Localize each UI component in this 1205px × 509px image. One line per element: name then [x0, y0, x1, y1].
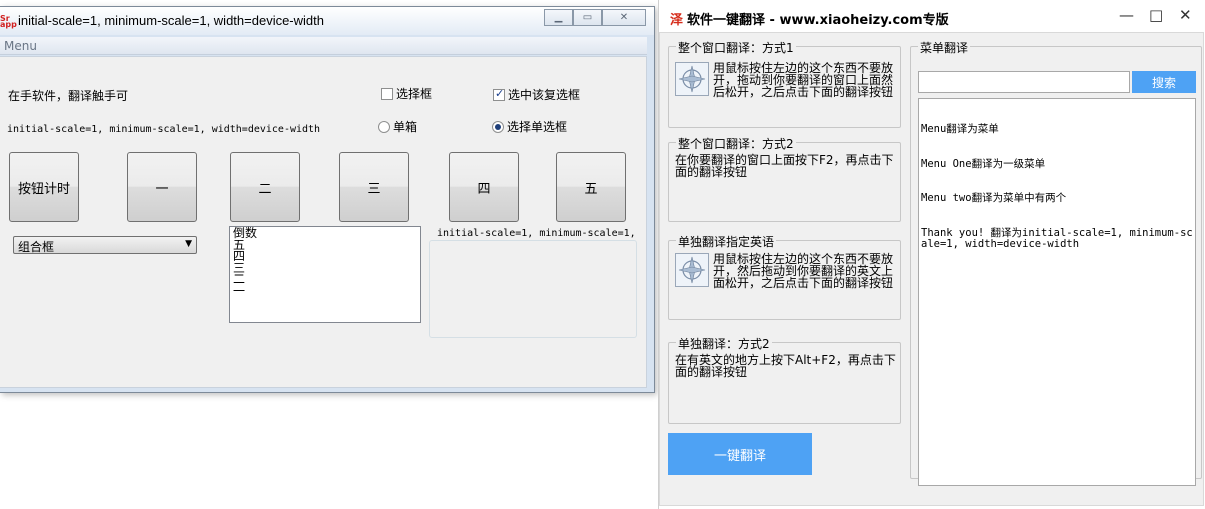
section-legend: 单独翻译指定英语 [676, 233, 777, 250]
section-single-method2: 单独翻译：方式2 在有英文的地方上按下Alt+F2，再点击下面的翻译按钮 [668, 335, 901, 424]
translator-title-bar[interactable]: 泽软件一键翻译 - www.xiaoheizy.com专版 [670, 9, 949, 28]
title-bar[interactable]: Sr app initial-scale=1, minimum-scale=1, … [0, 7, 654, 35]
section-desc: 在有英文的地方上按下Alt+F2，再点击下面的翻译按钮 [675, 353, 896, 379]
client-area: 在手软件，翻译触手可 initial-scale=1, minimum-scal… [0, 56, 647, 388]
radio-selected-circle[interactable] [492, 121, 504, 133]
minimize-button[interactable]: ▁ [544, 9, 573, 26]
maximize-icon[interactable]: □ [1149, 6, 1163, 24]
list-item[interactable]: 一 [233, 285, 417, 298]
close-button[interactable]: ✕ [602, 9, 646, 26]
section-window-method1: 整个窗口翻译：方式1 用鼠标按住左边的这个东西不要放开，拖动到你要翻译的窗口上面… [668, 39, 901, 128]
button-two[interactable]: 二 [230, 152, 300, 222]
list-item[interactable]: 五 [233, 239, 417, 252]
menu-item-menu[interactable]: Menu [4, 39, 37, 53]
radio-single-label: 单箱 [393, 120, 418, 134]
menu-translate-panel: 菜单翻译 搜索 Menu翻译为菜单 Menu One翻译为一级菜单 Menu t… [910, 39, 1202, 486]
menu-panel-legend: 菜单翻译 [918, 39, 971, 56]
menu-line: Menu two翻译为菜单中有两个 [921, 192, 1067, 204]
combo-box[interactable]: 组合框 ▼ [13, 236, 197, 254]
section-legend: 整个窗口翻译：方式2 [676, 135, 796, 152]
section-legend: 整个窗口翻译：方式1 [676, 39, 796, 56]
translator-window-controls: — □ ✕ [1119, 6, 1192, 24]
search-input[interactable] [918, 71, 1130, 93]
list-item[interactable]: 三 [233, 262, 417, 275]
button-five[interactable]: 五 [556, 152, 626, 222]
menu-bar: Menu [0, 37, 647, 55]
search-button[interactable]: 搜索 [1132, 71, 1196, 93]
checkbox-checked-label: 选中该复选框 [508, 88, 581, 102]
section-single-english: 单独翻译指定英语 用鼠标按住左边的这个东西不要放开，然后拖动到你要翻译的英文上面… [668, 233, 901, 320]
radio-selected[interactable]: 选择单选框 [492, 118, 567, 135]
app-icon: Sr app [0, 14, 17, 29]
maximize-button[interactable]: ▭ [573, 9, 602, 26]
section-desc: 用鼠标按住左边的这个东西不要放开，然后拖动到你要翻译的英文上面松开，之后点击下面… [713, 252, 894, 290]
label-mono: initial-scale=1, minimum-scale=1, width=… [7, 124, 321, 135]
maximize-icon: ▭ [582, 12, 593, 23]
section-desc: 在你要翻译的窗口上面按下F2，再点击下面的翻译按钮 [675, 153, 894, 179]
menu-line: Menu One翻译为一级菜单 [921, 157, 1046, 170]
section-legend: 单独翻译：方式2 [676, 335, 772, 352]
list-item[interactable]: 倒数 [233, 227, 417, 240]
list-item[interactable]: 二 [233, 273, 417, 286]
checkbox-checked-box[interactable] [493, 87, 505, 101]
translator-window: 泽软件一键翻译 - www.xiaoheizy.com专版 — □ ✕ 整个窗口… [658, 0, 1205, 509]
translator-body: 整个窗口翻译：方式1 用鼠标按住左边的这个东西不要放开，拖动到你要翻译的窗口上面… [659, 32, 1204, 506]
checkbox-checked[interactable]: 选中该复选框 [493, 86, 580, 103]
minimize-icon[interactable]: — [1119, 6, 1134, 24]
group-text: initial-scale=1, minimum-scale=1, [437, 228, 636, 239]
label-top: 在手软件，翻译触手可 [8, 89, 129, 103]
menu-translation-text[interactable]: Menu翻译为菜单 Menu One翻译为一级菜单 Menu two翻译为菜单中… [918, 98, 1196, 486]
combo-value: 组合框 [18, 240, 55, 254]
translator-title: 软件一键翻译 - www.xiaoheizy.com专版 [687, 13, 949, 28]
menu-line: Thank you! 翻译为initial-scale=1, minimum-s… [921, 226, 1193, 250]
chevron-down-icon[interactable]: ▼ [185, 239, 192, 249]
button-four[interactable]: 四 [449, 152, 519, 222]
list-item[interactable]: 四 [233, 250, 417, 263]
radio-selected-label: 选择单选框 [507, 120, 568, 134]
button-three[interactable]: 三 [339, 152, 409, 222]
section-window-method2: 整个窗口翻译：方式2 在你要翻译的窗口上面按下F2，再点击下面的翻译按钮 [668, 135, 901, 222]
section-desc: 用鼠标按住左边的这个东西不要放开，拖动到你要翻译的窗口上面然后松开，之后点击下面… [713, 61, 894, 99]
window-title: initial-scale=1, minimum-scale=1, width=… [18, 13, 324, 28]
radio-single[interactable]: 单箱 [378, 118, 417, 135]
crosshair-drag-icon[interactable] [675, 253, 709, 287]
group-box [429, 240, 637, 338]
minimize-icon: ▁ [554, 12, 563, 23]
checkbox-select-label: 选择框 [396, 87, 433, 101]
close-icon: ✕ [619, 12, 629, 23]
menu-line: Menu翻译为菜单 [921, 123, 999, 135]
radio-single-circle[interactable] [378, 121, 390, 133]
countdown-list[interactable]: 倒数 五 四 三 二 一 [229, 226, 421, 323]
one-key-translate-button[interactable]: 一键翻译 [668, 433, 812, 475]
button-one[interactable]: 一 [127, 152, 197, 222]
timer-button[interactable]: 按钮计时 [9, 152, 79, 222]
logo-icon: 泽 [670, 13, 684, 28]
checkbox-box[interactable] [381, 88, 393, 100]
checkbox-select[interactable]: 选择框 [381, 85, 432, 102]
window-controls: ▁ ▭ ✕ [544, 9, 646, 26]
close-icon[interactable]: ✕ [1179, 6, 1192, 24]
crosshair-drag-icon[interactable] [675, 62, 709, 96]
test-window: Sr app initial-scale=1, minimum-scale=1, … [0, 6, 655, 393]
